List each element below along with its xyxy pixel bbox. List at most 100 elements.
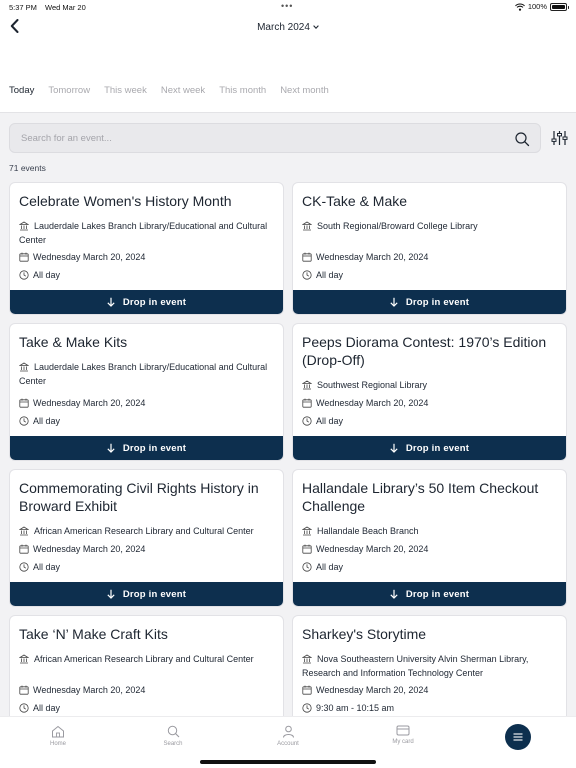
filter-sliders-icon — [551, 131, 568, 145]
arrow-down-icon — [107, 589, 115, 599]
back-button[interactable] — [5, 16, 23, 36]
drop-in-event-button[interactable]: Drop in event — [10, 582, 283, 606]
tab-this-week[interactable]: This week — [104, 85, 147, 96]
search-icon[interactable] — [514, 131, 530, 147]
calendar-icon — [19, 398, 29, 408]
tab-tomorrow[interactable]: Tomorrow — [48, 85, 90, 96]
event-date: Wednesday March 20, 2024 — [316, 252, 429, 262]
event-title: Commemorating Civil Rights History in Br… — [19, 480, 259, 514]
nav-home[interactable]: Home — [28, 725, 88, 747]
event-location: Hallandale Beach Branch — [317, 526, 419, 536]
search-icon — [167, 725, 179, 738]
drop-in-event-button[interactable]: Drop in event — [293, 582, 566, 606]
clock-icon — [302, 270, 312, 280]
clock-icon — [19, 416, 29, 426]
event-title: Take & Make Kits — [19, 334, 128, 350]
event-title: Peeps Diorama Contest: 1970’s Edition (D… — [302, 334, 547, 368]
event-title: Sharkey's Storytime — [302, 626, 427, 642]
arrow-down-icon — [107, 443, 115, 453]
clock-icon — [302, 703, 312, 713]
event-card[interactable]: CK-Take & Make South Regional/Broward Co… — [292, 182, 567, 315]
tab-next-month[interactable]: Next month — [280, 85, 329, 96]
drop-in-event-button[interactable]: Drop in event — [10, 290, 283, 314]
search-placeholder: Search for an event... — [21, 133, 112, 144]
status-time: 5:37 PM — [9, 3, 37, 12]
clock-icon — [19, 703, 29, 713]
chevron-left-icon — [10, 19, 18, 33]
drop-in-label: Drop in event — [405, 296, 470, 308]
event-location: Lauderdale Lakes Branch Library/Educatio… — [19, 362, 268, 386]
drop-in-event-button[interactable]: Drop in event — [10, 436, 283, 460]
event-location: Southwest Regional Library — [317, 380, 428, 390]
clock-icon — [302, 416, 312, 426]
nav-account[interactable]: Account — [258, 725, 318, 747]
home-indicator[interactable] — [200, 760, 376, 764]
multitask-dots-icon[interactable]: ••• — [281, 1, 293, 11]
clock-icon — [19, 270, 29, 280]
tab-today[interactable]: Today — [9, 85, 34, 96]
battery-icon — [550, 2, 569, 11]
search-input[interactable]: Search for an event... — [9, 123, 541, 153]
arrow-down-icon — [390, 297, 398, 307]
library-icon — [19, 362, 29, 372]
event-title: Hallandale Library’s 50 Item Checkout Ch… — [302, 480, 539, 514]
event-location: South Regional/Broward College Library — [317, 221, 478, 231]
tab-this-month[interactable]: This month — [219, 85, 266, 96]
library-icon — [302, 526, 312, 536]
nav-search-label: Search — [163, 741, 183, 747]
calendar-icon — [19, 544, 29, 554]
event-time: All day — [33, 703, 61, 713]
filter-button[interactable] — [551, 129, 568, 147]
month-label: March 2024 — [257, 21, 310, 33]
library-icon — [302, 654, 312, 664]
event-date: Wednesday March 20, 2024 — [33, 685, 146, 695]
event-location: African American Research Library and Cu… — [34, 654, 254, 664]
event-time: All day — [33, 562, 61, 572]
calendar-icon — [19, 252, 29, 262]
wifi-icon — [514, 3, 525, 11]
nav-home-label: Home — [49, 741, 66, 747]
library-icon — [302, 380, 312, 390]
event-card[interactable]: Take & Make Kits Lauderdale Lakes Branch… — [9, 323, 284, 461]
library-icon — [19, 654, 29, 664]
calendar-icon — [302, 398, 312, 408]
tab-next-week[interactable]: Next week — [161, 85, 205, 96]
drop-in-label: Drop in event — [122, 442, 187, 454]
drop-in-event-button[interactable]: Drop in event — [293, 436, 566, 460]
event-date: Wednesday March 20, 2024 — [316, 685, 429, 695]
drop-in-event-button[interactable]: Drop in event — [293, 290, 566, 314]
event-card[interactable]: Peeps Diorama Contest: 1970’s Edition (D… — [292, 323, 567, 461]
event-card[interactable]: Celebrate Women's History Month Lauderda… — [9, 182, 284, 315]
chevron-down-icon — [313, 25, 319, 29]
month-selector[interactable]: March 2024 — [230, 19, 346, 35]
event-time: All day — [33, 270, 61, 280]
home-icon — [52, 725, 64, 738]
event-card[interactable]: Hallandale Library’s 50 Item Checkout Ch… — [292, 469, 567, 607]
top-header: 5:37 PM Wed Mar 20 ••• 100% March 2024 T… — [0, 0, 576, 113]
event-time: All day — [316, 270, 344, 280]
bottom-nav: Home Search Account My card — [0, 716, 576, 768]
nav-my-card-label: My card — [392, 739, 414, 745]
event-location: Lauderdale Lakes Branch Library/Educatio… — [19, 221, 268, 245]
nav-account-label: Account — [277, 741, 299, 747]
event-time: All day — [316, 416, 344, 426]
calendar-icon — [302, 544, 312, 554]
card-icon — [396, 725, 410, 736]
drop-in-label: Drop in event — [122, 588, 187, 600]
drop-in-label: Drop in event — [405, 442, 470, 454]
event-time: All day — [33, 416, 61, 426]
event-card[interactable]: Commemorating Civil Rights History in Br… — [9, 469, 284, 607]
status-bar: 5:37 PM Wed Mar 20 ••• 100% — [0, 0, 576, 14]
event-time: 9:30 am - 10:15 am — [316, 703, 395, 713]
event-date: Wednesday March 20, 2024 — [33, 398, 146, 408]
menu-button[interactable] — [505, 724, 531, 750]
event-date: Wednesday March 20, 2024 — [316, 544, 429, 554]
event-count: 71 events — [9, 163, 46, 173]
nav-search[interactable]: Search — [143, 725, 203, 747]
nav-my-card[interactable]: My card — [373, 725, 433, 745]
event-date: Wednesday March 20, 2024 — [33, 544, 146, 554]
calendar-icon — [302, 252, 312, 262]
event-title: Celebrate Women's History Month — [19, 193, 232, 209]
event-time: All day — [316, 562, 344, 572]
library-icon — [19, 221, 29, 231]
